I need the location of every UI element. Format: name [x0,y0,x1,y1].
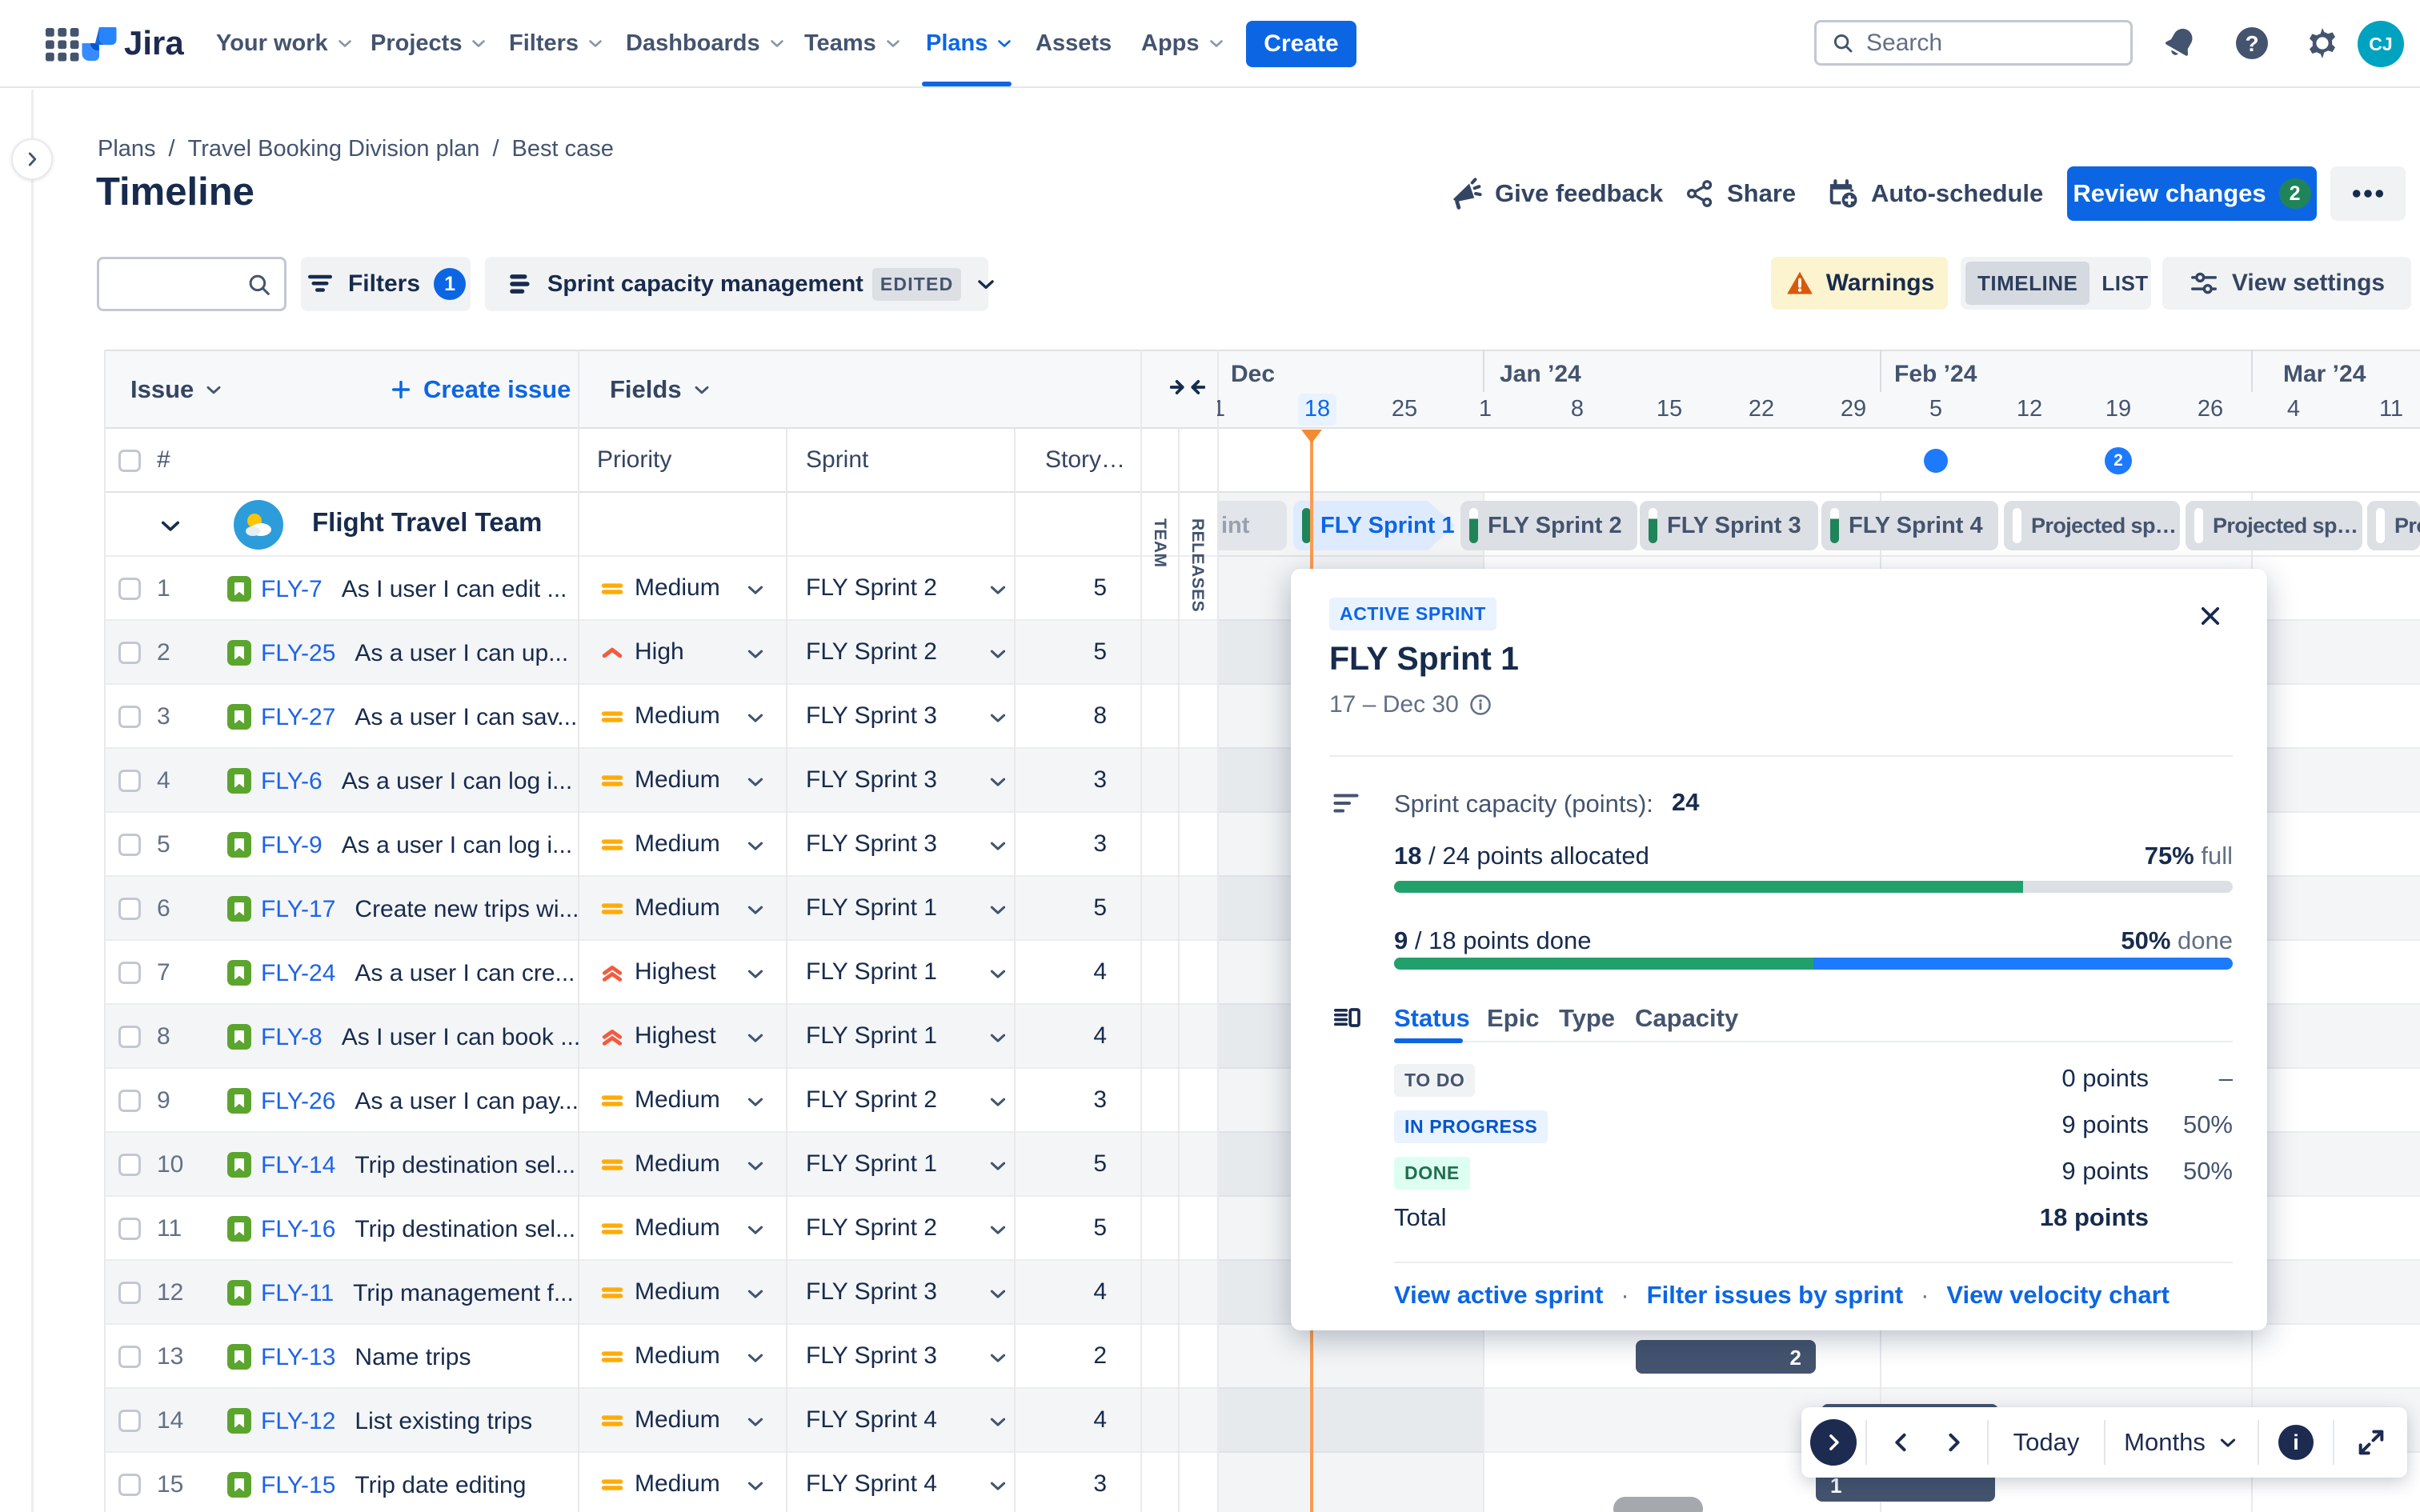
svg-text:?: ? [2245,31,2258,56]
